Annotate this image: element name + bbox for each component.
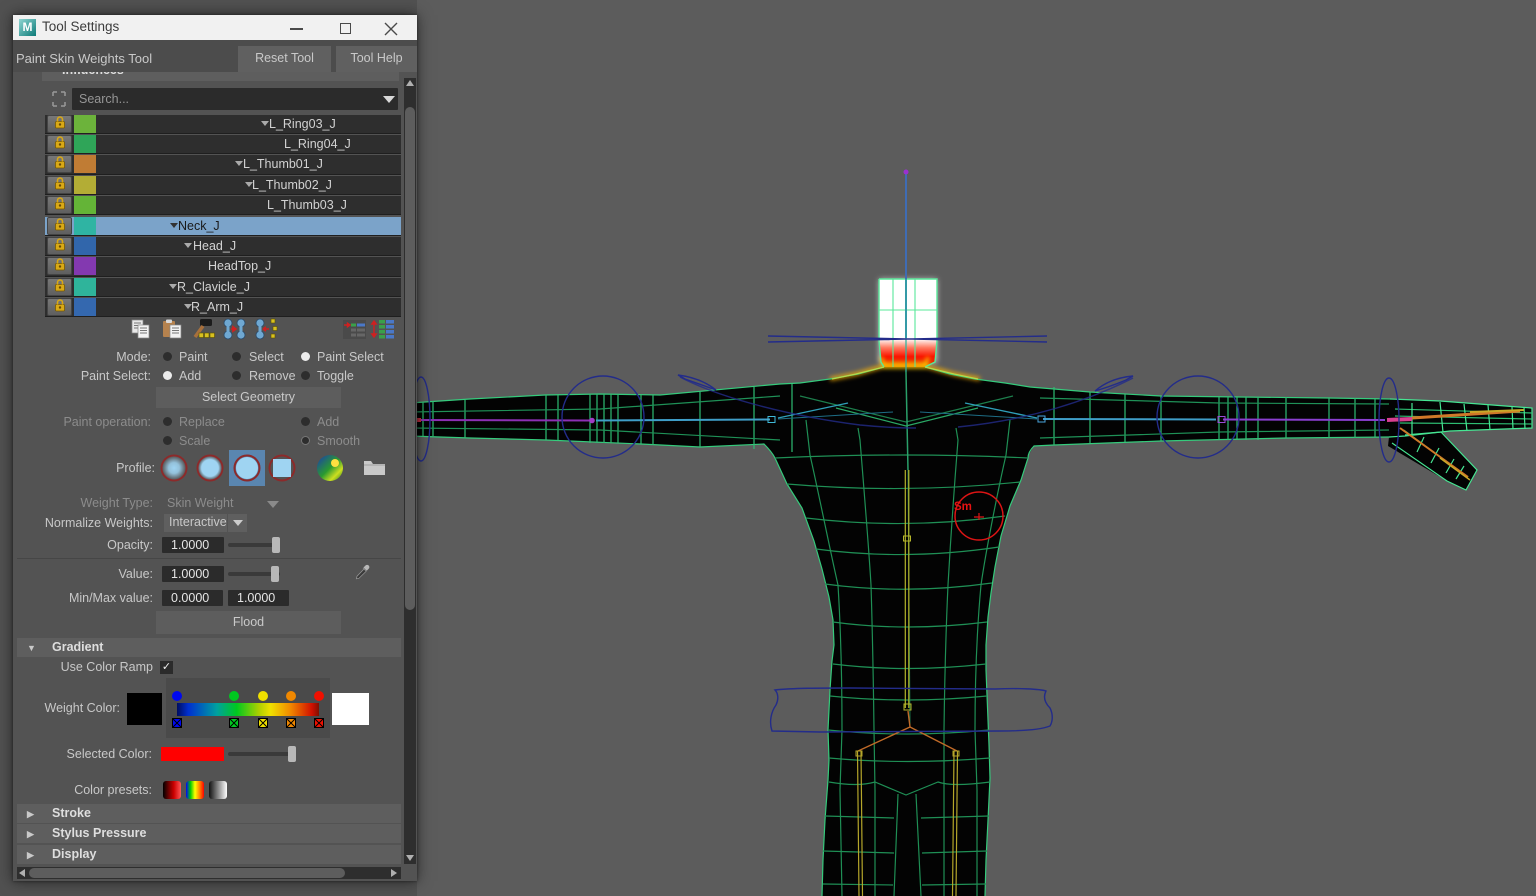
svg-text:Sm: Sm bbox=[954, 501, 972, 513]
